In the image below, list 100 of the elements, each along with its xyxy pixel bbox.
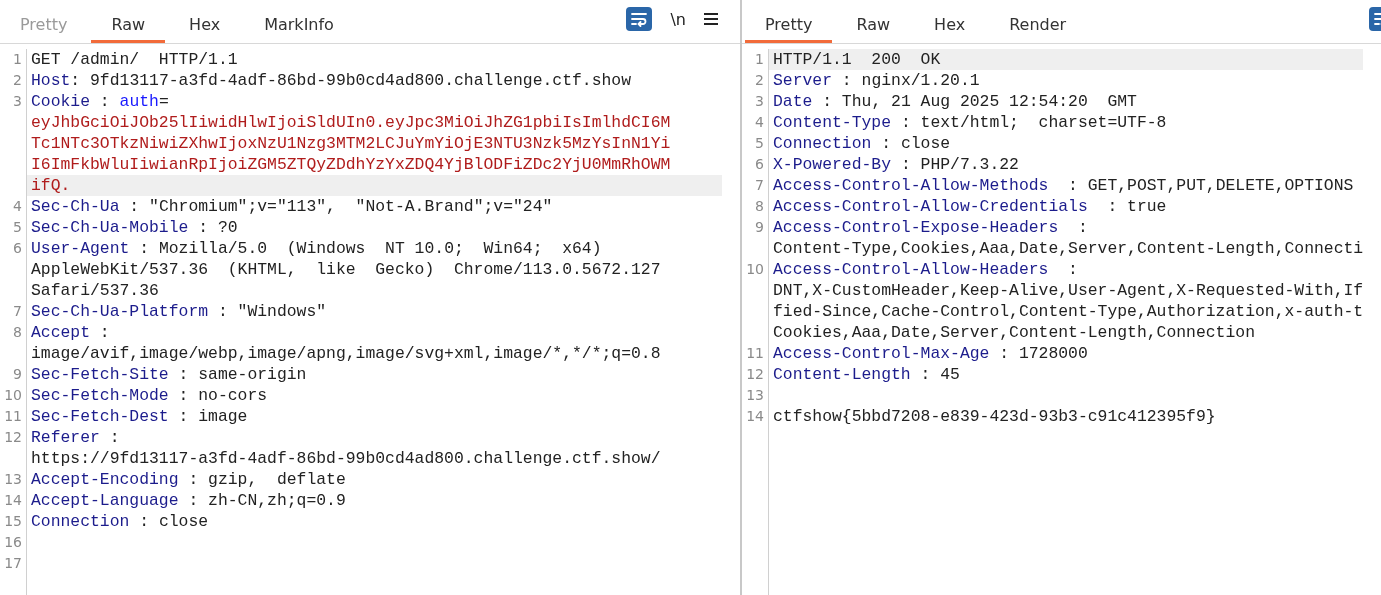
header-name: X-Powered-By xyxy=(773,155,892,174)
line-number: 6 xyxy=(754,155,765,174)
line-number: 1 xyxy=(754,50,765,69)
line-number: 11 xyxy=(745,344,765,363)
cookie-value: ifQ. xyxy=(31,176,71,195)
code-text: fied-Since,Cache-Control,Content-Type,Authorization,x-auth-t xyxy=(773,302,1364,321)
code-text: : nginx/1.20.1 xyxy=(840,71,980,90)
code-text: : zh-CN,zh;q=0.9 xyxy=(187,491,346,510)
line-number: 10 xyxy=(745,260,765,279)
wrap-lines-button[interactable] xyxy=(626,7,653,31)
menu-icon[interactable] xyxy=(704,13,718,25)
header-name: Content-Length xyxy=(773,365,911,384)
code-text: image/avif,image/webp,image/apng,image/svg+xml,image/*,*/*;q=0.8 xyxy=(31,344,661,363)
code-text: : ?0 xyxy=(197,218,238,237)
code-text: ctfshow{5bbd7208-e839-423d-93b3-c91c412395f9} xyxy=(773,407,1216,426)
cookie-value: Tc1NTc3OTkzNiwiZXhwIjoxNzU1Nzg3MTM2LCJuYmYiOjE3NTU3Nzk5MzYsInN1Yi xyxy=(31,134,671,153)
header-name: User-Agent xyxy=(31,239,130,258)
line-number: 5 xyxy=(12,218,23,237)
editor-tab[interactable]: Raw xyxy=(836,15,911,43)
header-name: Accept-Encoding xyxy=(31,470,179,489)
code-text: : no-cors xyxy=(177,386,268,405)
header-name: Server xyxy=(773,71,833,90)
line-number: 10 xyxy=(3,386,23,405)
editor-tab[interactable]: Raw xyxy=(91,15,166,43)
header-name: Date xyxy=(773,92,813,111)
line-number: 4 xyxy=(754,113,765,132)
code-text: : 45 xyxy=(919,365,960,384)
header-name: Accept xyxy=(31,323,91,342)
line-number: 11 xyxy=(3,407,23,426)
code-text: : 9fd13117-a3fd-4adf-86bd-99b0cd4ad800.challenge.ctf.show xyxy=(70,71,631,90)
header-name: Access-Control-Allow-Credentials xyxy=(773,197,1088,216)
code-text: : PHP/7.3.22 xyxy=(899,155,1019,174)
line-number: 2 xyxy=(754,71,765,90)
line-number: 7 xyxy=(12,302,23,321)
wrap-lines-icon xyxy=(630,11,649,27)
line-number: 3 xyxy=(754,92,765,111)
line-number: 4 xyxy=(12,197,23,216)
editor-tab[interactable]: MarkInfo xyxy=(244,15,354,43)
line-number: 8 xyxy=(12,323,23,342)
line-number: 14 xyxy=(745,407,765,426)
header-name: Content-Type xyxy=(773,113,892,132)
header-name: Sec-Ch-Ua-Platform xyxy=(31,302,209,321)
header-name: Accept-Language xyxy=(31,491,179,510)
line-number: 2 xyxy=(12,71,23,90)
show-newlines-button[interactable]: \n xyxy=(670,9,686,29)
code-text: : image xyxy=(177,407,248,426)
code-text: : xyxy=(1067,260,1078,279)
header-name: Sec-Ch-Ua xyxy=(31,197,120,216)
code-text: : xyxy=(98,323,110,342)
editor-tab[interactable]: Hex xyxy=(169,15,241,43)
code-text: : close xyxy=(880,134,951,153)
code-text: : xyxy=(108,428,120,447)
cookie-value: eyJhbGciOiJOb25lIiwidHlwIjoiSldUIn0.eyJpc3MiOiJhZG1pbiIsImlhdCI6M xyxy=(31,113,671,132)
code-text: AppleWebKit/537.36 (KHTML, like Gecko) Chrome/113.0.5672.127 xyxy=(31,260,661,279)
code-text: : GET,POST,PUT,DELETE,OPTIONS xyxy=(1067,176,1354,195)
line-number: 8 xyxy=(754,197,765,216)
code-text: Safari/537.36 xyxy=(31,281,159,300)
header-name: Sec-Ch-Ua-Mobile xyxy=(31,218,189,237)
header-name: Cookie xyxy=(31,92,91,111)
code-text: GET /admin/ HTTP/1.1 xyxy=(31,50,238,69)
header-name: Connection xyxy=(773,134,872,153)
code-text: = xyxy=(158,92,169,111)
line-number: 5 xyxy=(754,134,765,153)
header-name: Connection xyxy=(31,512,130,531)
editor-tab[interactable]: Hex xyxy=(914,15,986,43)
cookie-name: auth xyxy=(119,92,159,111)
code-text: : Mozilla/5.0 (Windows NT 10.0; Win64; x64) xyxy=(138,239,602,258)
editor-tab[interactable]: Pretty xyxy=(745,15,833,43)
code-text: : "Chromium";v="113", "Not-A.Brand";v="24" xyxy=(128,197,553,216)
code-text: : true xyxy=(1106,197,1167,216)
line-number: 13 xyxy=(745,386,765,405)
header-name: Sec-Fetch-Site xyxy=(31,365,169,384)
code-text: DNT,X-CustomHeader,Keep-Alive,User-Agent,X-Requested-With,If xyxy=(773,281,1364,300)
code-text: : 1728000 xyxy=(998,344,1088,363)
line-number: 9 xyxy=(12,365,23,384)
code-text: : xyxy=(1076,218,1088,237)
code-text: : close xyxy=(138,512,209,531)
line-number: 16 xyxy=(3,533,23,552)
line-number: 6 xyxy=(12,239,23,258)
header-name: Access-Control-Max-Age xyxy=(773,344,990,363)
code-text: https://9fd13117-a3fd-4adf-86bd-99b0cd4ad800.challenge.ctf.show/ xyxy=(31,449,661,468)
code-text: : gzip, deflate xyxy=(187,470,346,489)
line-number: 14 xyxy=(3,491,23,510)
code-text: : same-origin xyxy=(177,365,307,384)
line-number: 9 xyxy=(754,218,765,237)
line-number: 7 xyxy=(754,176,765,195)
code-text: : xyxy=(98,92,111,111)
line-number: 12 xyxy=(745,365,765,384)
header-name: Access-Control-Allow-Headers xyxy=(773,260,1049,279)
code-text: : text/html; charset=UTF-8 xyxy=(899,113,1167,132)
code-text: HTTP/1.1 200 OK xyxy=(773,50,941,69)
header-name: Access-Control-Expose-Headers xyxy=(773,218,1059,237)
line-number: 13 xyxy=(3,470,23,489)
header-name: Referer xyxy=(31,428,100,447)
line-number: 17 xyxy=(3,554,23,573)
line-number: 12 xyxy=(3,428,23,447)
line-number: 15 xyxy=(3,512,23,531)
code-text: Cookies,Aaa,Date,Server,Content-Length,Connection xyxy=(773,323,1255,342)
code-text: : "Windows" xyxy=(216,302,327,321)
editor-tab[interactable]: Render xyxy=(989,15,1087,43)
